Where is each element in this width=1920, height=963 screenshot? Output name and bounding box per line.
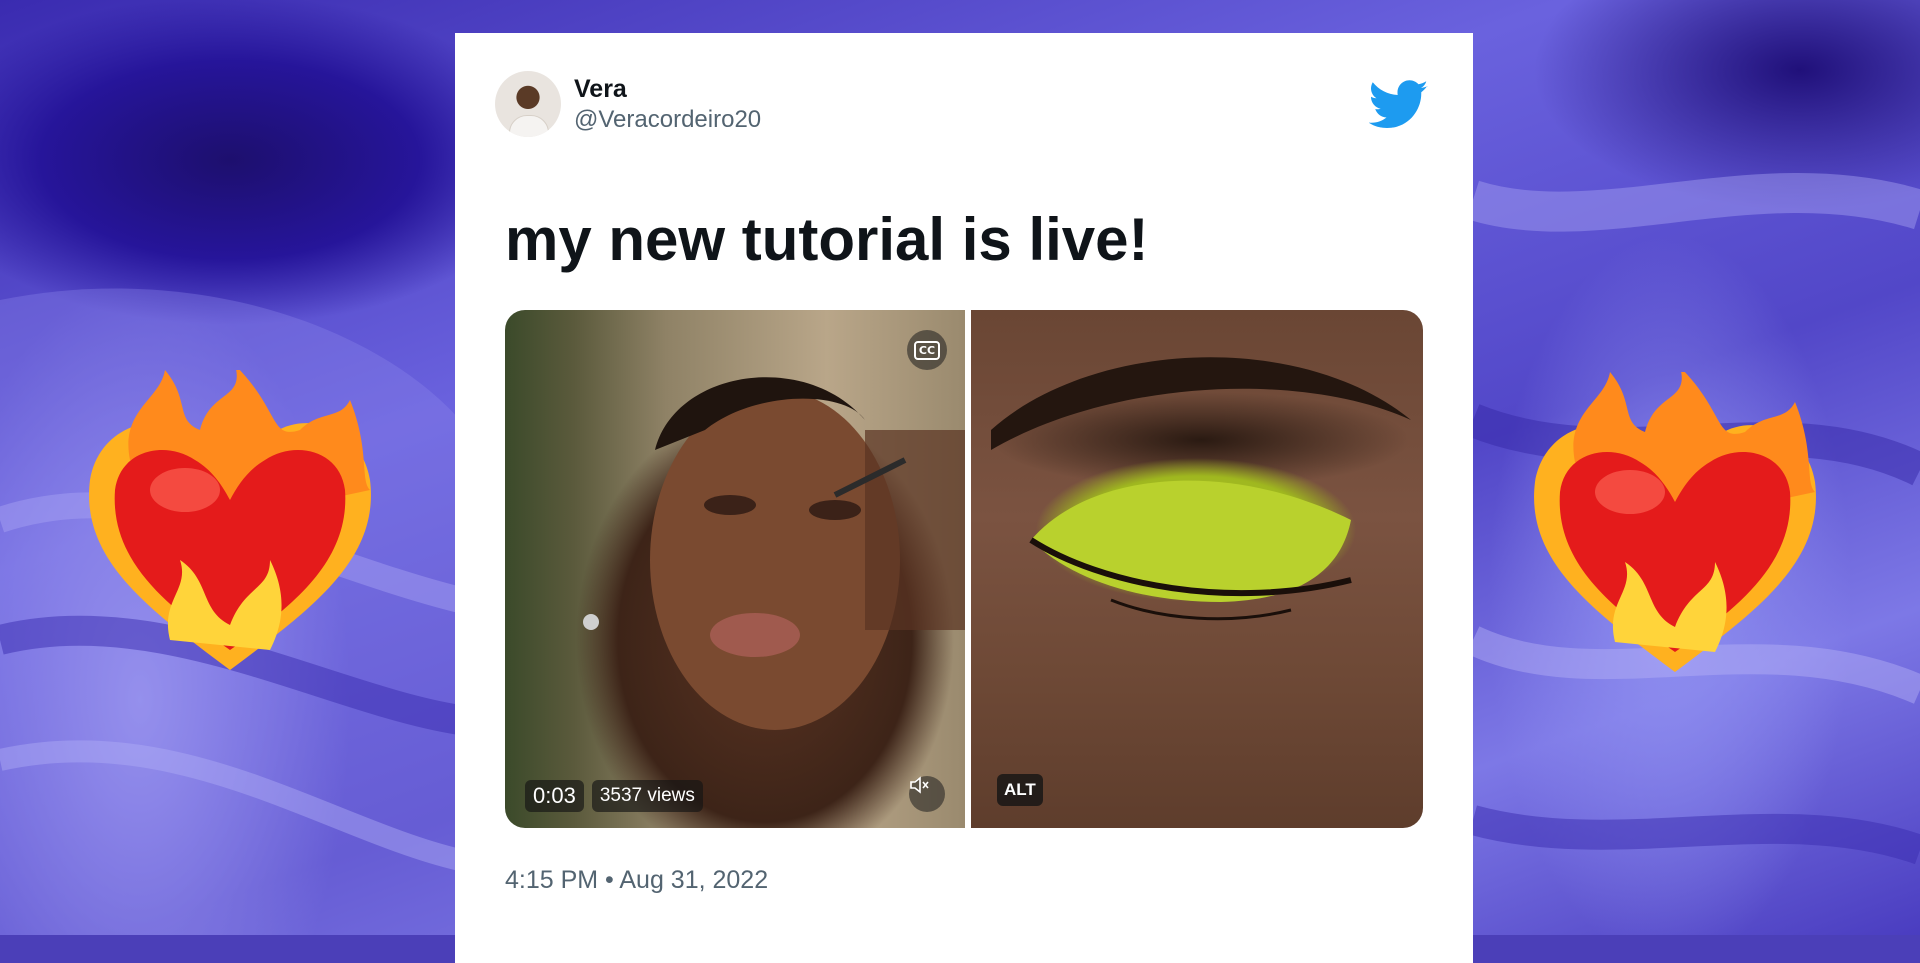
tutorial-video[interactable]: CC 0:03 3537 views: [505, 310, 965, 828]
video-frame-illustration: [583, 377, 965, 730]
tweet-card: Vera @Veracordeiro20 my new tutorial is …: [455, 33, 1473, 963]
author-handle[interactable]: @Veracordeiro20: [574, 106, 761, 134]
eyeshadow-image[interactable]: ALT: [971, 310, 1423, 828]
heart-on-fire-emoji-left: [70, 365, 390, 690]
tweet-media-grid: CC 0:03 3537 views ALT: [505, 310, 1423, 828]
alt-text-badge[interactable]: ALT: [997, 774, 1043, 806]
video-duration: 0:03: [525, 780, 584, 812]
tweet-timestamp[interactable]: 4:15 PM • Aug 31, 2022: [505, 866, 768, 895]
speaker-muted-icon: [910, 776, 929, 794]
avatar-figure: [509, 115, 549, 137]
author-avatar[interactable]: [495, 71, 561, 137]
author-name[interactable]: Vera: [574, 75, 627, 104]
captions-toggle-button[interactable]: CC: [907, 330, 947, 370]
mute-button[interactable]: [909, 776, 945, 812]
video-info: 0:03 3537 views: [525, 780, 703, 812]
tweet-text: my new tutorial is live!: [505, 206, 1149, 273]
video-views: 3537 views: [591, 780, 703, 812]
heart-on-fire-emoji-right: [1515, 367, 1835, 692]
twitter-bird-icon[interactable]: [1369, 79, 1429, 131]
eye-closeup-illustration: [991, 357, 1411, 621]
captions-icon: CC: [913, 340, 941, 360]
